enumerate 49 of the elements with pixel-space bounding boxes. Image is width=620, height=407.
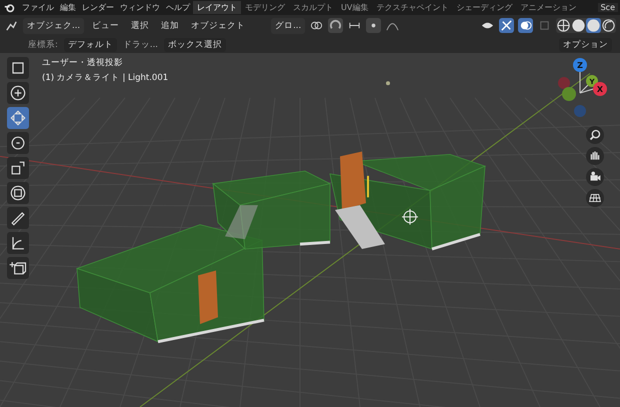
menu-item[interactable]: ウィンドウ xyxy=(117,2,163,13)
menu-item[interactable]: ファイル xyxy=(19,2,57,13)
tool-button[interactable] xyxy=(7,132,29,154)
tool-button[interactable] xyxy=(7,182,29,204)
tool-button[interactable] xyxy=(7,107,29,129)
shading-mode-button[interactable] xyxy=(556,18,571,33)
view-name-label: ユーザー・透視投影 xyxy=(42,57,124,69)
workspace-tab[interactable]: スカルプト xyxy=(289,1,337,14)
orientation-label: 座標系: xyxy=(28,38,58,50)
drag-dropdown[interactable]: ドラッ... xyxy=(122,38,158,50)
gizmo-toggle-icon[interactable] xyxy=(499,18,514,33)
header-menu-item[interactable]: ビュー xyxy=(88,20,124,32)
mode-dropdown[interactable]: オブジェク... xyxy=(23,18,84,34)
workspace-tab[interactable]: アニメーション xyxy=(516,1,580,14)
scene-selector[interactable]: Sce xyxy=(598,3,618,12)
snap-icon[interactable] xyxy=(328,18,344,33)
menu-item[interactable]: 編集 xyxy=(57,2,79,13)
menu-item[interactable]: ヘルプ xyxy=(163,2,193,13)
header-menu-item[interactable]: 追加 xyxy=(157,20,184,32)
tool-button[interactable] xyxy=(7,82,29,104)
header-menu-item[interactable]: オブジェクト xyxy=(187,20,250,32)
workspace-tab[interactable]: モデリング xyxy=(241,1,289,14)
tool-button[interactable] xyxy=(7,257,29,279)
header-menu-item[interactable]: 選択 xyxy=(127,20,154,32)
object-info-label: (1) カメラ＆ライト | Light.001 xyxy=(42,72,168,84)
blender-logo-icon[interactable] xyxy=(4,2,15,13)
workspace-tab[interactable]: レイアウト xyxy=(193,1,241,14)
overlay-toggle-icon[interactable] xyxy=(518,18,533,33)
workspace-tab[interactable]: テクスチャペイント xyxy=(372,1,452,14)
zoom-icon[interactable] xyxy=(586,126,604,144)
workspace-tab[interactable]: UV編集 xyxy=(337,1,372,14)
3d-cursor-icon xyxy=(402,208,418,226)
shading-mode-button[interactable] xyxy=(586,18,601,33)
tool-button[interactable] xyxy=(7,157,29,179)
select-mode-dropdown[interactable]: ボックス選択 xyxy=(164,38,226,52)
workspace-tab[interactable]: シェーディング xyxy=(452,1,516,14)
shading-mode-button[interactable] xyxy=(601,18,616,33)
proportional-edit-icon[interactable] xyxy=(366,18,382,33)
shading-mode-button[interactable] xyxy=(571,18,586,33)
options-dropdown[interactable]: オプション xyxy=(559,38,612,52)
orientation-dropdown[interactable]: デフォルト xyxy=(64,38,117,52)
tool-button[interactable] xyxy=(7,207,29,229)
light-point xyxy=(386,81,390,86)
menu-item[interactable]: レンダー xyxy=(79,2,117,13)
camera-icon[interactable] xyxy=(586,168,604,186)
tool-button[interactable] xyxy=(7,57,29,79)
tool-button[interactable] xyxy=(7,232,29,254)
grid-icon[interactable] xyxy=(586,189,604,207)
transform-orientation-dropdown[interactable]: グロ... xyxy=(271,18,306,34)
